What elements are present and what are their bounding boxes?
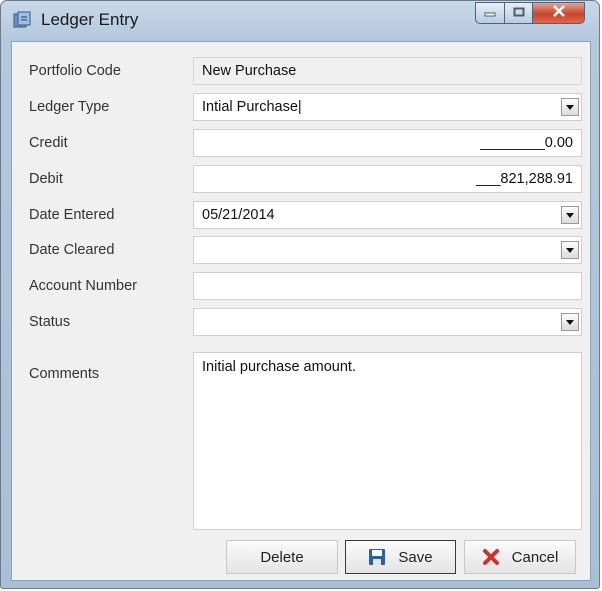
portfolio-code-value: New Purchase xyxy=(202,63,297,79)
cancel-button-label: Cancel xyxy=(511,548,559,566)
debit-label: Debit xyxy=(29,171,63,187)
save-icon xyxy=(369,549,386,565)
date-cleared-picker[interactable] xyxy=(193,236,582,264)
credit-label: Credit xyxy=(29,135,68,151)
ledger-app-icon xyxy=(13,11,31,29)
caption-buttons xyxy=(475,2,585,24)
close-button[interactable] xyxy=(533,2,585,24)
date-entered-label: Date Entered xyxy=(29,207,115,223)
chevron-down-icon xyxy=(566,104,574,110)
maximize-icon xyxy=(513,4,525,22)
title-bar[interactable]: Ledger Entry xyxy=(1,1,599,39)
close-icon xyxy=(552,4,566,22)
delete-button-label: Delete xyxy=(260,548,304,566)
debit-field[interactable]: ___821,288.91 xyxy=(193,165,582,193)
status-select[interactable] xyxy=(193,308,582,336)
ledger-type-label: Ledger Type xyxy=(29,99,110,115)
chevron-down-icon xyxy=(566,319,574,325)
status-dropdown-button[interactable] xyxy=(561,313,579,331)
maximize-button[interactable] xyxy=(505,2,533,24)
ledger-type-value: Intial Purchase| xyxy=(202,99,302,115)
ledger-type-dropdown-button[interactable] xyxy=(561,98,579,116)
cancel-icon xyxy=(482,549,499,565)
save-button-label: Save xyxy=(398,548,433,566)
ledger-type-select[interactable]: Intial Purchase| xyxy=(193,93,582,121)
account-number-field[interactable] xyxy=(193,272,582,300)
minimize-button[interactable] xyxy=(475,2,505,24)
delete-button[interactable]: Delete xyxy=(226,540,338,574)
window-title: Ledger Entry xyxy=(41,10,139,29)
date-entered-dropdown-button[interactable] xyxy=(561,206,579,224)
portfolio-code-field: New Purchase xyxy=(193,57,582,85)
chevron-down-icon xyxy=(566,212,574,218)
date-cleared-label: Date Cleared xyxy=(29,242,115,258)
ledger-entry-window: Ledger Entry Portfolio Code New Purchase… xyxy=(0,0,600,589)
credit-field[interactable]: ________0.00 xyxy=(193,129,582,157)
chevron-down-icon xyxy=(566,247,574,253)
comments-textarea[interactable]: Initial purchase amount. xyxy=(193,352,582,530)
comments-value: Initial purchase amount. xyxy=(202,359,356,375)
minimize-icon xyxy=(484,4,496,22)
date-cleared-dropdown-button[interactable] xyxy=(561,241,579,259)
credit-value: ________0.00 xyxy=(480,135,573,151)
debit-value: ___821,288.91 xyxy=(476,171,573,187)
status-label: Status xyxy=(29,314,71,330)
cancel-button[interactable]: Cancel xyxy=(464,540,576,574)
account-number-label: Account Number xyxy=(29,278,137,294)
form-panel: Portfolio Code New Purchase Ledger Type … xyxy=(11,41,591,581)
comments-label: Comments xyxy=(29,366,100,382)
date-entered-value: 05/21/2014 xyxy=(202,207,275,223)
portfolio-code-label: Portfolio Code xyxy=(29,63,121,79)
date-entered-picker[interactable]: 05/21/2014 xyxy=(193,201,582,229)
save-button[interactable]: Save xyxy=(345,540,456,574)
